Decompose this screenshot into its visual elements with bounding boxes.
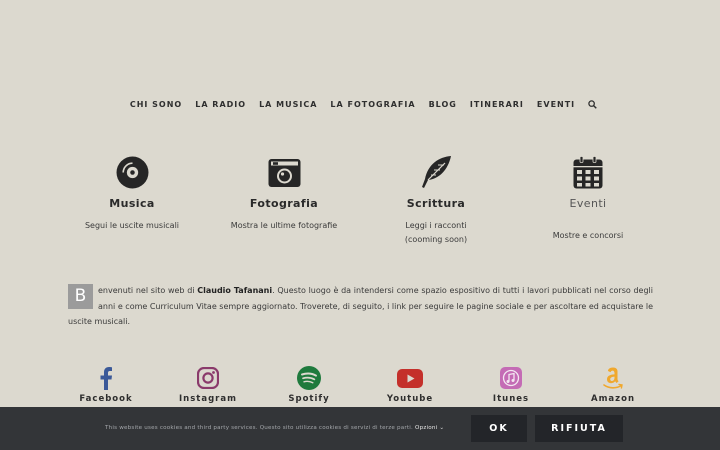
feature-scrittura[interactable]: Scrittura Leggi i racconti (cooming soon… xyxy=(361,155,511,247)
camera-icon xyxy=(268,158,300,187)
cookie-options-link[interactable]: Opzioni ⌄ xyxy=(415,425,444,431)
nav-itinerari[interactable]: ITINERARI xyxy=(470,99,524,111)
nav-la-musica[interactable]: LA MUSICA xyxy=(259,99,317,111)
feature-eventi[interactable]: Eventi Mostre e concorsi xyxy=(513,155,663,243)
chevron-down-icon: ⌄ xyxy=(439,425,445,431)
feature-title: Scrittura xyxy=(406,197,466,210)
social-amazon[interactable]: Amazon xyxy=(568,366,658,404)
main-nav: CHI SONO LA RADIO LA MUSICA LA FOTOGRAFI… xyxy=(0,99,720,111)
search-icon[interactable] xyxy=(587,100,597,109)
nav-chi-sono[interactable]: CHI SONO xyxy=(130,99,182,111)
social-youtube[interactable]: Youtube xyxy=(365,366,455,404)
feature-title: Fotografia xyxy=(249,197,319,210)
youtube-icon xyxy=(397,368,423,388)
nav-eventi[interactable]: EVENTI xyxy=(537,99,575,111)
cookie-text: This website uses cookies and third part… xyxy=(105,425,445,431)
cookie-ok-button[interactable]: OK xyxy=(471,415,527,442)
social-itunes[interactable]: Itunes xyxy=(466,366,556,404)
social-instagram[interactable]: Instagram xyxy=(163,366,253,404)
instagram-icon xyxy=(197,367,219,389)
intro-text: Benvenuti nel sito web di Claudio Tafana… xyxy=(68,284,653,326)
feature-desc: Segui le uscite musicali xyxy=(84,221,180,230)
author-name: Claudio Tafanani xyxy=(197,286,273,295)
feature-desc: Mostre e concorsi xyxy=(552,231,624,240)
dropcap: B xyxy=(68,284,93,309)
feature-title: Musica xyxy=(109,197,155,210)
feature-musica[interactable]: Musica Segui le uscite musicali xyxy=(57,155,207,233)
spotify-icon xyxy=(297,366,321,390)
calendar-icon xyxy=(573,155,603,188)
nav-blog[interactable]: BLOG xyxy=(429,99,457,111)
facebook-icon xyxy=(100,367,112,390)
feature-desc: Mostra le ultime fotografie xyxy=(230,221,338,230)
social-spotify[interactable]: Spotify xyxy=(264,366,354,404)
feather-icon xyxy=(422,156,451,188)
nav-la-radio[interactable]: LA RADIO xyxy=(195,99,246,111)
feature-desc: Leggi i racconti (cooming soon) xyxy=(404,221,468,244)
social-facebook[interactable]: Facebook xyxy=(61,366,151,404)
feature-title: Eventi xyxy=(569,197,607,210)
cookie-refuse-button[interactable]: RIFIUTA xyxy=(535,415,623,442)
vinyl-disc-icon xyxy=(116,156,148,188)
cookie-banner: This website uses cookies and third part… xyxy=(0,407,720,450)
itunes-icon xyxy=(500,367,522,389)
feature-fotografia[interactable]: Fotografia Mostra le ultime fotografie xyxy=(209,155,359,233)
amazon-icon xyxy=(603,367,623,389)
nav-la-fotografia[interactable]: LA FOTOGRAFIA xyxy=(330,99,415,111)
